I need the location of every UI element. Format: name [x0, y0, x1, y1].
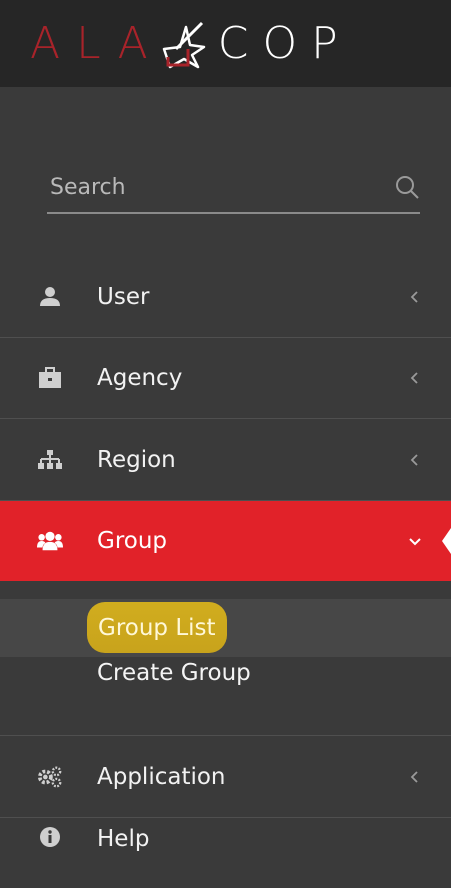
- chevron-down-icon: [409, 538, 421, 546]
- sidebar-item-label: User: [97, 283, 150, 310]
- briefcase-icon: [37, 365, 63, 391]
- submenu-item-group-list[interactable]: Group List: [87, 602, 227, 653]
- sidebar-item-label: Agency: [97, 365, 183, 391]
- users-icon: [37, 528, 63, 554]
- sidebar-item-user[interactable]: User: [0, 256, 451, 338]
- chevron-left-icon: [410, 770, 418, 783]
- search-box: [47, 165, 420, 214]
- sidebar-item-label: Application: [97, 763, 226, 790]
- logo-text-left: ALA: [30, 18, 164, 69]
- sidebar-item-application[interactable]: Application: [0, 736, 451, 818]
- chevron-left-icon: [410, 372, 418, 384]
- chevron-left-icon: [410, 290, 418, 303]
- star-book-logo-icon: [162, 21, 205, 69]
- submenu-item-create-group[interactable]: Create Group: [97, 658, 251, 688]
- search-icon[interactable]: [394, 174, 420, 200]
- user-icon: [37, 284, 63, 310]
- chevron-left-icon: [410, 453, 418, 466]
- search-input[interactable]: [47, 165, 370, 209]
- sidebar-item-help[interactable]: Help: [0, 818, 451, 888]
- sidebar-item-label: Region: [97, 446, 176, 473]
- sitemap-icon: [37, 447, 63, 473]
- sidebar-item-label: Help: [97, 826, 150, 852]
- sidebar-item-label: Group: [97, 528, 168, 554]
- gears-icon: [37, 764, 63, 790]
- group-submenu: Group List Create Group: [0, 581, 451, 736]
- sidebar-item-group[interactable]: Group: [0, 501, 451, 581]
- app-header: ALA COP: [0, 0, 451, 87]
- brand-logo[interactable]: ALA COP: [30, 18, 352, 70]
- sidebar-item-agency[interactable]: Agency: [0, 338, 451, 419]
- info-icon: [37, 824, 63, 850]
- logo-text-right: COP: [217, 18, 352, 69]
- sidebar-item-region[interactable]: Region: [0, 419, 451, 501]
- active-indicator: [442, 528, 451, 554]
